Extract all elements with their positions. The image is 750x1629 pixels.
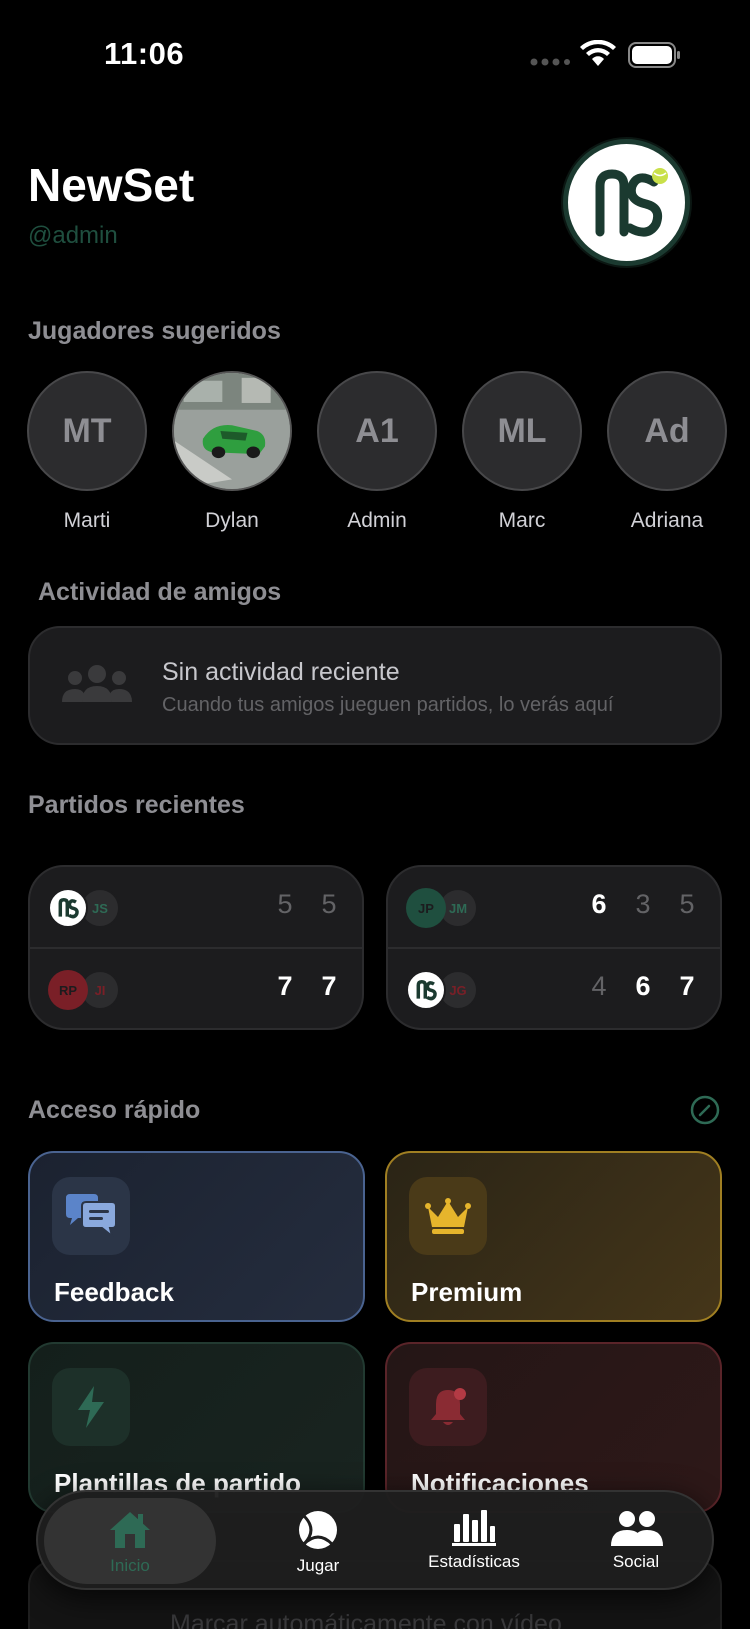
people-group-icon	[62, 665, 132, 702]
avatar-photo	[172, 371, 292, 491]
team-logo-avatar	[48, 888, 88, 928]
player-name: Dylan	[205, 509, 259, 532]
username: @admin	[28, 222, 118, 249]
avatar: A1	[317, 371, 437, 491]
tab-jugar[interactable]: Jugar	[238, 1498, 398, 1584]
auto-video-label: Marcar automáticamente con vídeo	[170, 1610, 562, 1629]
people-icon	[611, 1511, 663, 1546]
team-row: RP JI 7 7	[30, 949, 362, 1028]
set-score: 4	[591, 971, 607, 1001]
status-bar: 11:06	[0, 0, 750, 110]
suggested-player[interactable]: ML Marc	[462, 371, 582, 533]
notifications-card[interactable]: Notificaciones	[385, 1342, 722, 1513]
avatar: ML	[462, 371, 582, 491]
newset-logo-icon	[416, 979, 437, 1001]
premium-label: Premium	[411, 1277, 523, 1307]
feedback-card[interactable]: Feedback	[28, 1151, 365, 1322]
avatar: MT	[27, 371, 147, 491]
status-time: 11:06	[104, 36, 185, 71]
empty-activity-subtitle: Cuando tus amigos jueguen partidos, lo v…	[162, 694, 614, 716]
tennis-ball-icon	[299, 1511, 337, 1549]
team-row: JP JM 6 3 5	[388, 867, 720, 949]
home-icon	[110, 1512, 150, 1548]
set-score: 5	[679, 889, 695, 919]
tab-label: Social	[612, 1552, 660, 1571]
match-card[interactable]: JP JM 6 3 5 JG 4 6 7	[386, 865, 722, 1030]
recent-matches-title: Partidos recientes	[28, 791, 245, 819]
tab-bar: Inicio Jugar Estadísticas Social	[36, 1490, 714, 1590]
chat-bubbles-icon	[66, 1194, 117, 1238]
edit-icon[interactable]	[690, 1095, 720, 1125]
newset-logo-icon	[595, 168, 668, 237]
set-score: 3	[635, 889, 651, 919]
suggested-player[interactable]: MT Marti	[27, 371, 147, 533]
feedback-label: Feedback	[54, 1277, 174, 1307]
set-score: 6	[635, 971, 651, 1001]
friends-activity-card: Sin actividad reciente Cuando tus amigos…	[28, 626, 722, 745]
player-name: Marti	[63, 509, 111, 532]
player-avatar: JP	[406, 888, 446, 928]
bell-icon	[431, 1388, 466, 1425]
suggested-player[interactable]: A1 Admin	[317, 371, 437, 533]
profile-logo-button[interactable]	[563, 139, 690, 266]
suggested-player[interactable]: Ad Adriana	[607, 371, 727, 533]
suggested-player[interactable]: Dylan	[172, 371, 292, 533]
lightning-icon	[78, 1386, 104, 1428]
tab-social[interactable]: Social	[556, 1498, 716, 1584]
tab-label: Estadísticas	[428, 1552, 520, 1571]
team-row: JG 4 6 7	[388, 949, 720, 1028]
set-score: 7	[277, 971, 293, 1001]
suggested-players-title: Jugadores sugeridos	[28, 317, 281, 345]
app-title: NewSet	[28, 159, 195, 211]
car-photo	[174, 373, 290, 489]
player-name: Admin	[347, 509, 407, 532]
quick-access-title: Acceso rápido	[28, 1096, 201, 1124]
avatar: Ad	[607, 371, 727, 491]
team-row: JS 5 5	[30, 867, 362, 949]
tab-estadisticas[interactable]: Estadísticas	[394, 1498, 554, 1584]
empty-activity-title: Sin actividad reciente	[162, 658, 400, 686]
match-templates-card[interactable]: Plantillas de partido	[28, 1342, 365, 1513]
set-score: 6	[591, 889, 607, 919]
tab-label: Inicio	[110, 1556, 150, 1575]
set-score: 7	[321, 971, 337, 1001]
tab-inicio[interactable]: Inicio	[44, 1498, 216, 1584]
tab-label: Jugar	[296, 1556, 340, 1575]
bar-chart-icon	[452, 1510, 496, 1546]
player-name: Adriana	[630, 509, 704, 532]
player-avatar: RP	[48, 970, 88, 1010]
premium-card[interactable]: Premium	[385, 1151, 722, 1322]
friends-activity-title: Actividad de amigos	[38, 578, 282, 606]
team-logo-avatar	[406, 970, 446, 1010]
cellular-signal-icon	[530, 58, 570, 66]
wifi-icon	[580, 40, 616, 66]
set-score: 7	[679, 971, 695, 1001]
player-name: Marc	[498, 509, 546, 532]
newset-logo-icon	[58, 897, 79, 919]
crown-icon	[425, 1198, 471, 1234]
set-score: 5	[321, 889, 337, 919]
battery-icon	[628, 42, 680, 68]
set-score: 5	[277, 889, 293, 919]
match-card[interactable]: JS 5 5 RP JI 7 7	[28, 865, 364, 1030]
